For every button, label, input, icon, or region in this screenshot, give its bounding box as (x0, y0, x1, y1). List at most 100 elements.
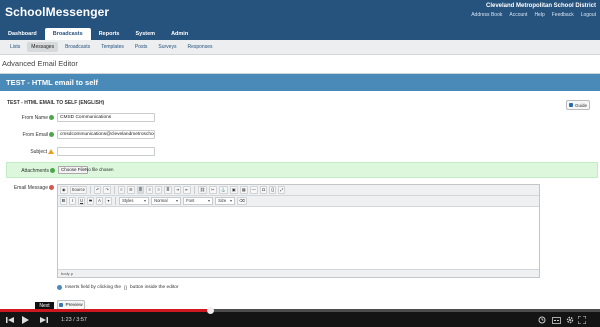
from-name-label: From Name (2, 115, 54, 121)
image-icon[interactable]: ▣ (229, 186, 238, 194)
justify-icon[interactable]: ≣ (164, 186, 172, 194)
bullet-list-icon[interactable]: ☰ (126, 186, 135, 194)
from-name-input[interactable]: CMSD Communications (57, 113, 155, 122)
tab-system[interactable]: System (127, 28, 163, 40)
clear-format-icon[interactable]: ⌫ (237, 197, 247, 205)
indent-icon[interactable]: ⇥ (173, 186, 182, 194)
message-panel: TEST - HTML email to self TEST - HTML EM… (0, 73, 600, 310)
styles-label: Styles (122, 198, 134, 203)
tab-broadcasts[interactable]: Broadcasts (44, 28, 91, 40)
sub-nav: Lists Messages Broadcasts Templates Post… (0, 40, 600, 55)
format-label: Normal (154, 198, 168, 203)
from-email-input[interactable]: cmsdcommunications@clevelandmetroschools… (57, 130, 155, 139)
warning-icon (48, 149, 54, 155)
anchor-icon[interactable]: ⚓ (218, 186, 228, 194)
subnav-surveys[interactable]: Surveys (154, 42, 180, 52)
email-message-label: Email Message (2, 185, 54, 191)
page-title: Advanced Email Editor (2, 59, 78, 68)
from-email-label: From Email (2, 132, 54, 138)
rich-text-editor: ◉ Source ↶ ↷ ≡ ☰ ≣ ≡ ≡ ≣ ⇥ ⇤ ⛓ ✂ ⚓ ▣ ▦ —… (57, 184, 540, 278)
attachments-label-text: Attachments (21, 168, 49, 174)
subnav-broadcasts[interactable]: Broadcasts (61, 42, 94, 52)
info-icon (57, 285, 62, 290)
styles-dropdown[interactable]: Styles (119, 197, 150, 205)
no-file-text: No file chosen (85, 167, 114, 172)
top-link-help[interactable]: Help (534, 12, 544, 18)
strike-button[interactable]: S (87, 197, 95, 205)
subnav-responses[interactable]: Responses (183, 42, 216, 52)
ordered-list-icon[interactable]: ≡ (117, 186, 125, 194)
tab-dashboard[interactable]: Dashboard (0, 28, 45, 40)
unlink-icon[interactable]: ✂ (209, 186, 217, 194)
chevron-down-icon (144, 200, 147, 202)
text-color-button[interactable]: A (96, 197, 104, 205)
play-icon[interactable] (22, 315, 29, 325)
separator (89, 186, 91, 194)
preview-icon (59, 303, 64, 307)
outdent-icon[interactable]: ⇤ (183, 186, 191, 194)
editor-content-area[interactable] (58, 207, 539, 271)
guide-button[interactable]: Guide (566, 100, 590, 110)
subnav-templates[interactable]: Templates (97, 42, 128, 52)
video-time: 1:23 / 3:57 (61, 317, 87, 323)
top-bar: SchoolMessenger Cleveland Metropolitan S… (0, 0, 600, 40)
settings-icon[interactable] (566, 315, 574, 325)
chevron-down-icon (230, 200, 233, 202)
subnav-messages[interactable]: Messages (27, 42, 59, 52)
video-player-bar: 1:23 / 3:57 (0, 307, 600, 327)
tab-admin[interactable]: Admin (163, 28, 196, 40)
special-char-icon[interactable]: Ω (259, 186, 268, 194)
attachments-row: Attachments Choose File No file chosen (6, 162, 598, 178)
subject-input[interactable] (57, 147, 155, 156)
tab-reports[interactable]: Reports (91, 28, 128, 40)
from-name-label-text: From Name (21, 115, 48, 121)
align-left-icon[interactable]: ≣ (136, 186, 145, 194)
font-label: Font (186, 198, 195, 203)
top-link-feedback[interactable]: Feedback (552, 12, 574, 18)
app-brand[interactable]: SchoolMessenger (5, 5, 109, 19)
subnav-posts[interactable]: Posts (131, 42, 152, 52)
previous-icon[interactable] (6, 315, 14, 325)
district-name: Cleveland Metropolitan School District (485, 3, 596, 9)
field-insert-hint: Inserts field by clicking the {} button … (57, 285, 179, 290)
progress-bar[interactable] (0, 307, 600, 314)
source-button[interactable]: Source (69, 186, 87, 194)
font-dropdown[interactable]: Font (183, 197, 214, 205)
next-icon[interactable] (40, 317, 49, 323)
separator (113, 186, 115, 194)
align-right-icon[interactable]: ≡ (155, 186, 163, 194)
source-icon[interactable]: ◉ (60, 186, 68, 194)
top-link-account[interactable]: Account (509, 12, 527, 18)
watch-later-icon[interactable] (538, 315, 546, 325)
subnav-lists[interactable]: Lists (6, 42, 24, 52)
panel-title: TEST - HTML email to self (6, 78, 98, 87)
captions-icon[interactable] (552, 315, 561, 325)
preview-label: Preview (65, 302, 83, 308)
redo-icon[interactable]: ↷ (103, 186, 111, 194)
fullscreen-icon[interactable] (578, 315, 586, 325)
bold-button[interactable]: B (60, 197, 68, 205)
chevron-down-icon (208, 200, 211, 202)
undo-icon[interactable]: ↶ (93, 186, 102, 194)
subject-label-text: Subject (30, 149, 47, 155)
editor-toolbar-top: ◉ Source ↶ ↷ ≡ ☰ ≣ ≡ ≡ ≣ ⇥ ⇤ ⛓ ✂ ⚓ ▣ ▦ —… (58, 185, 539, 196)
underline-button[interactable]: U (78, 197, 86, 205)
italic-button[interactable]: I (69, 197, 77, 205)
table-icon[interactable]: ▦ (239, 186, 248, 194)
required-icon (49, 185, 54, 191)
link-icon[interactable]: ⛓ (197, 186, 208, 194)
subject-label: Subject (2, 149, 54, 155)
top-link-logout[interactable]: Logout (581, 12, 596, 18)
maximize-icon[interactable]: ⤢ (278, 186, 286, 194)
editor-status-bar: body p (58, 269, 539, 277)
size-dropdown[interactable]: Size (215, 197, 236, 205)
align-center-icon[interactable]: ≡ (146, 186, 154, 194)
top-link-address-book[interactable]: Address Book (471, 12, 502, 18)
field-insert-icon[interactable]: {} (269, 186, 277, 194)
from-email-label-text: From Email (22, 132, 48, 138)
choose-file-button[interactable]: Choose File (58, 166, 89, 174)
progress-handle[interactable] (207, 307, 214, 314)
bg-color-icon[interactable]: ▾ (105, 197, 113, 205)
horizontal-line-icon[interactable]: — (249, 186, 258, 194)
format-dropdown[interactable]: Normal (151, 197, 182, 205)
